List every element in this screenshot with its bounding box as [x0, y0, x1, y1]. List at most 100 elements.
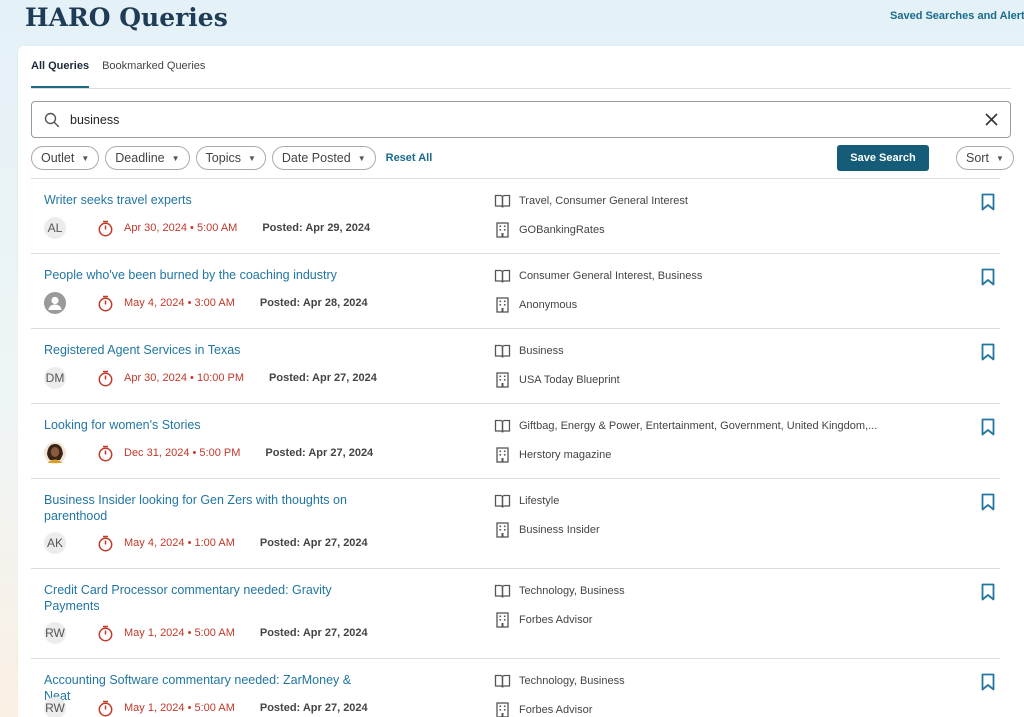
bookmark-icon[interactable]: [981, 268, 995, 286]
query-row[interactable]: Writer seeks travel experts AL Apr 30, 202…: [31, 178, 1000, 253]
bookmark-icon[interactable]: [981, 343, 995, 361]
topics-text: Technology, Business: [519, 675, 625, 687]
query-row[interactable]: People who've been burned by the coachin…: [31, 253, 1000, 328]
query-outlet: Forbes Advisor: [494, 702, 592, 717]
outlet-text: GOBankingRates: [519, 224, 605, 236]
query-row[interactable]: Looking for women's Stories Dec 31, 2024 …: [31, 403, 1000, 478]
avatar: [44, 442, 66, 464]
timer-icon: [98, 370, 113, 386]
building-icon: [496, 372, 509, 388]
search-box[interactable]: [31, 101, 1011, 138]
deadline-filter[interactable]: Deadline ▼: [105, 146, 190, 170]
avatar: AK: [44, 532, 66, 554]
chevron-down-icon: ▼: [81, 153, 90, 163]
topics-text: Travel, Consumer General Interest: [519, 195, 688, 207]
query-title-link[interactable]: Business Insider looking for Gen Zers wi…: [44, 492, 374, 524]
book-icon: [494, 584, 511, 598]
tab-bookmarked-queries[interactable]: Bookmarked Queries: [102, 60, 205, 88]
timer-icon: [98, 295, 113, 311]
search-input[interactable]: [70, 109, 950, 131]
posted-date: Posted: Apr 27, 2024: [259, 702, 368, 714]
query-title-link[interactable]: Looking for women's Stories: [44, 417, 374, 433]
bookmark-icon[interactable]: [981, 493, 995, 511]
reset-all-link[interactable]: Reset All: [386, 146, 433, 170]
building-icon: [496, 522, 509, 538]
avatar: RW: [44, 622, 66, 644]
building-icon: [496, 447, 509, 463]
avatar: RW: [44, 697, 66, 717]
outlet-filter[interactable]: Outlet ▼: [31, 146, 100, 170]
deadline-text: Apr 30, 2024 • 10:00 PM: [124, 372, 245, 384]
query-row[interactable]: Business Insider looking for Gen Zers wi…: [31, 478, 1000, 568]
save-search-button[interactable]: Save Search: [837, 145, 929, 171]
query-meta: May 4, 2024 • 3:00 AM Posted: Apr 28, 202…: [44, 292, 368, 314]
building-icon: [496, 297, 509, 313]
deadline-text: Dec 31, 2024 • 5:00 PM: [124, 447, 241, 459]
sort-label: Sort: [966, 151, 989, 165]
posted-date: Posted: Apr 27, 2024: [265, 447, 374, 459]
bookmark-icon[interactable]: [981, 583, 995, 601]
avatar: AL: [44, 217, 66, 239]
query-outlet: Business Insider: [494, 522, 600, 538]
query-title-link[interactable]: Registered Agent Services in Texas: [44, 342, 374, 358]
filter-bar: Outlet ▼ Deadline ▼ Topics ▼ Date Posted ▼ R…: [31, 146, 432, 170]
topics-filter[interactable]: Topics ▼: [195, 146, 266, 170]
building-icon: [496, 222, 509, 238]
deadline-text: Apr 30, 2024 • 5:00 AM: [124, 222, 238, 234]
topics-text: Business: [519, 345, 564, 357]
search-icon: [44, 112, 60, 128]
bookmark-icon[interactable]: [981, 418, 995, 436]
outlet-text: Anonymous: [519, 299, 578, 311]
query-row[interactable]: Accounting Software commentary needed: Z…: [31, 658, 1000, 717]
divider: [31, 88, 1011, 89]
outlet-text: USA Today Blueprint: [519, 374, 620, 386]
deadline-text: May 1, 2024 • 5:00 AM: [124, 627, 235, 639]
query-meta: AK May 4, 2024 • 1:00 AM Posted: Apr 27, 2…: [44, 532, 368, 554]
tab-bar: All Queries Bookmarked Queries: [31, 60, 218, 88]
query-row[interactable]: Registered Agent Services in Texas DM Apr …: [31, 328, 1000, 403]
posted-date: Posted: Apr 27, 2024: [259, 537, 368, 549]
bookmark-icon[interactable]: [981, 193, 995, 211]
date-posted-filter-label: Date Posted: [281, 151, 351, 165]
posted-date: Posted: Apr 27, 2024: [269, 372, 377, 384]
query-meta: AL Apr 30, 2024 • 5:00 AM Posted: Apr 29, …: [44, 217, 371, 239]
query-outlet: USA Today Blueprint: [494, 372, 620, 388]
query-topics: Consumer General Interest, Business: [494, 268, 702, 284]
avatar: [44, 292, 66, 314]
query-topics: Business: [494, 343, 564, 359]
query-title-link[interactable]: Writer seeks travel experts: [44, 192, 374, 208]
outlet-text: Forbes Advisor: [519, 704, 593, 716]
chevron-down-icon: ▼: [171, 153, 180, 163]
topics-filter-label: Topics: [205, 151, 241, 165]
close-icon[interactable]: [984, 112, 999, 127]
photo-avatar: [44, 442, 66, 464]
query-meta: DM Apr 30, 2024 • 10:00 PM Posted: Apr 27,…: [44, 367, 377, 389]
outlet-filter-label: Outlet: [41, 151, 75, 165]
book-icon: [494, 194, 511, 208]
query-row[interactable]: Credit Card Processor commentary needed:…: [31, 568, 1000, 658]
query-meta: RW May 1, 2024 • 5:00 AM Posted: Apr 27, 2…: [44, 622, 368, 644]
avatar: DM: [44, 367, 66, 389]
saved-searches-link[interactable]: Saved Searches and Alerts: [890, 10, 1024, 22]
query-title-link[interactable]: People who've been burned by the coachin…: [44, 267, 374, 283]
date-posted-filter[interactable]: Date Posted ▼: [271, 146, 376, 170]
deadline-text: May 4, 2024 • 1:00 AM: [124, 537, 235, 549]
posted-date: Posted: Apr 29, 2024: [262, 222, 371, 234]
query-list: Writer seeks travel experts AL Apr 30, 202…: [31, 178, 1000, 717]
query-outlet: Herstory magazine: [494, 447, 611, 463]
deadline-filter-label: Deadline: [115, 151, 165, 165]
tab-all-queries[interactable]: All Queries: [31, 60, 90, 88]
query-title-link[interactable]: Credit Card Processor commentary needed:…: [44, 582, 374, 614]
bookmark-icon[interactable]: [981, 673, 995, 691]
chevron-down-icon: ▼: [357, 153, 366, 163]
queries-panel: All Queries Bookmarked Queries Outlet ▼ D…: [18, 46, 1024, 717]
query-topics: Technology, Business: [494, 673, 625, 689]
query-topics: Travel, Consumer General Interest: [494, 193, 688, 209]
timer-icon: [98, 535, 113, 551]
building-icon: [496, 612, 509, 628]
outlet-text: Forbes Advisor: [519, 614, 593, 626]
person-icon: [44, 292, 66, 314]
deadline-text: May 4, 2024 • 3:00 AM: [124, 297, 235, 309]
query-outlet: Anonymous: [494, 297, 577, 313]
sort-dropdown[interactable]: Sort ▼: [956, 146, 1014, 170]
